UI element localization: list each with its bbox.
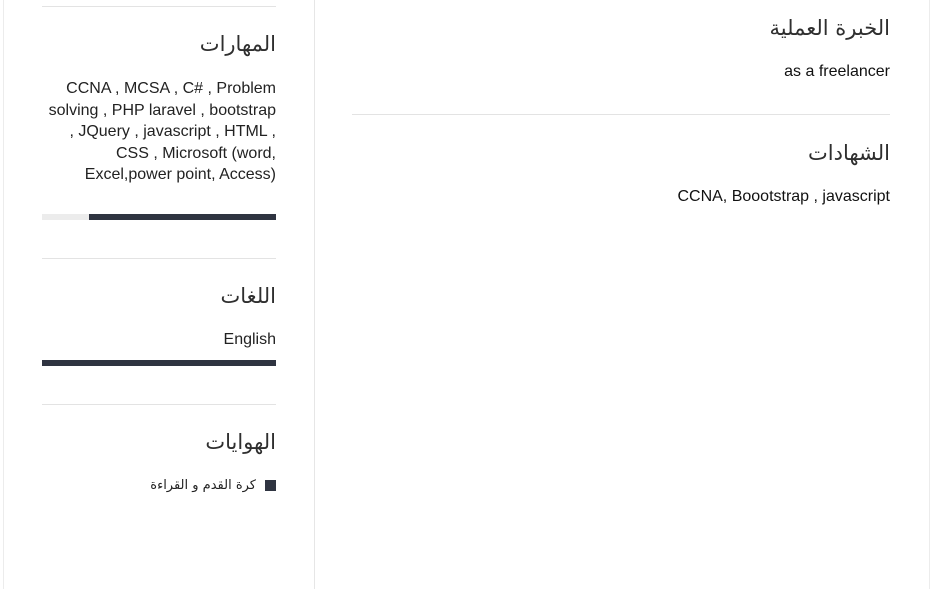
- section-divider: [42, 6, 276, 7]
- square-bullet-icon: [265, 480, 276, 491]
- column-divider: [314, 0, 315, 589]
- skills-list: CCNA , MCSA , C# , Problem solving , PHP…: [48, 80, 276, 183]
- section-divider: [42, 404, 276, 405]
- language-name: English: [223, 331, 276, 348]
- language-level-fill: [42, 360, 276, 366]
- section-divider: [352, 114, 890, 115]
- certificates-title: الشهادات: [807, 141, 890, 165]
- page-right-border: [929, 0, 930, 589]
- main-content: الخبرة العملية as a freelancer الشهادات …: [352, 0, 890, 589]
- certificates-text: CCNA, Boootstrap , javascript: [677, 188, 890, 205]
- languages-title: اللغات: [220, 284, 276, 308]
- hobbies-title: الهوايات: [205, 430, 276, 454]
- experience-text: as a freelancer: [784, 63, 890, 80]
- experience-title: الخبرة العملية: [769, 16, 890, 40]
- skills-level-bar: [42, 214, 276, 220]
- hobby-label: كرة القدم و القراءة: [150, 478, 256, 493]
- section-divider: [42, 258, 276, 259]
- hobby-item: كرة القدم و القراءة: [150, 478, 276, 493]
- sidebar: المهارات CCNA , MCSA , C# , Problem solv…: [42, 0, 276, 589]
- page-left-border: [3, 0, 4, 589]
- language-level-bar: [42, 360, 276, 366]
- skills-level-fill: [88, 214, 276, 220]
- skills-title: المهارات: [199, 32, 276, 56]
